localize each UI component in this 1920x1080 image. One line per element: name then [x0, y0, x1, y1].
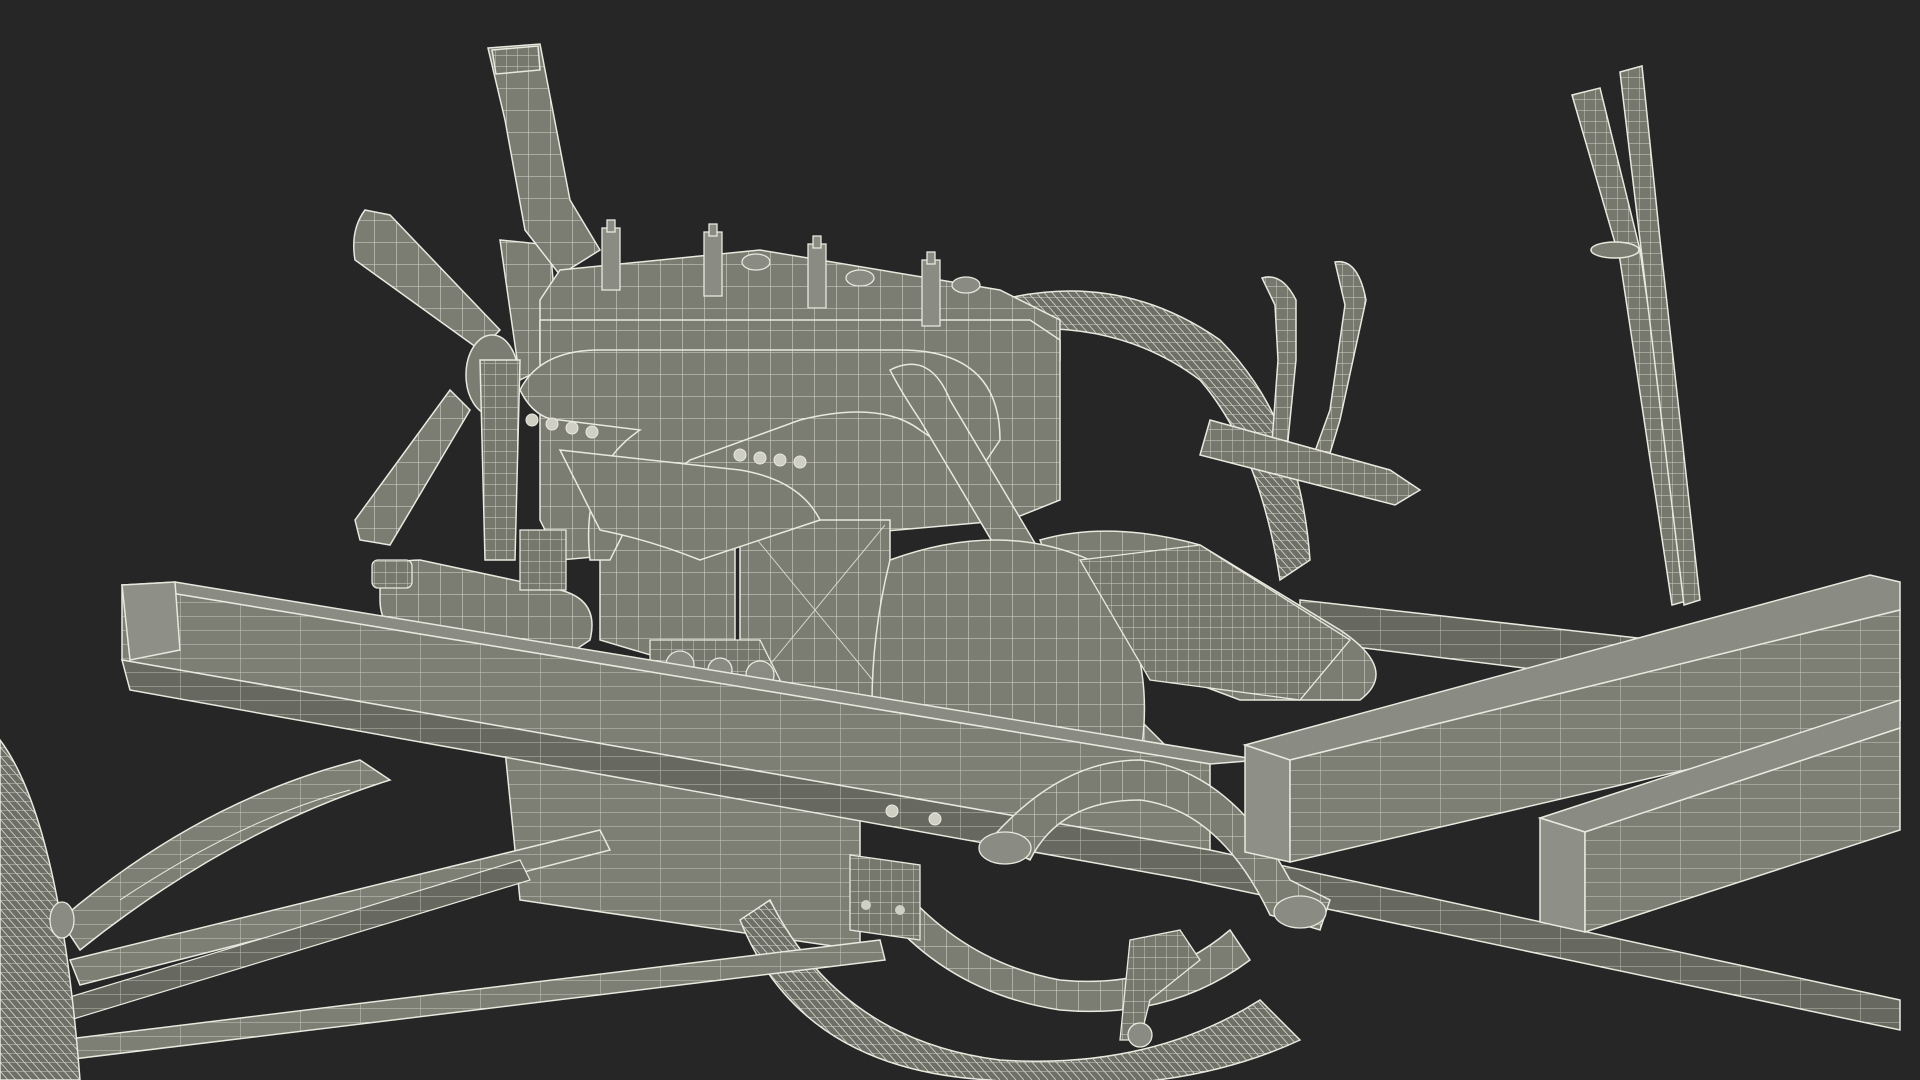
hand-levers — [1571, 65, 1701, 606]
front-left-wheel — [0, 738, 81, 1080]
wireframe-render — [0, 43, 1901, 1080]
render-viewport — [0, 0, 1920, 1080]
